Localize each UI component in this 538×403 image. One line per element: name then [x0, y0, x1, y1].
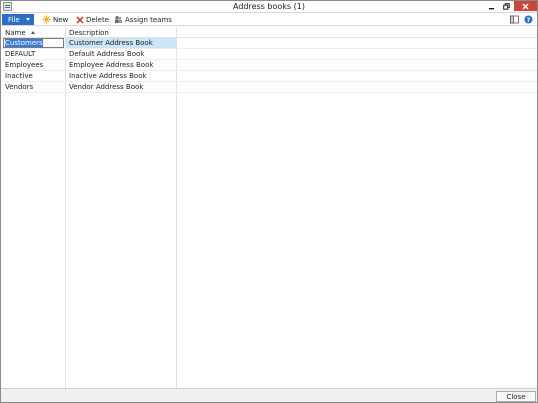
- sort-ascending-icon: [31, 31, 35, 34]
- minimize-icon: [489, 7, 494, 9]
- delete-icon: [76, 15, 84, 24]
- minimize-button[interactable]: [484, 1, 499, 11]
- name-cell: Employees: [5, 61, 44, 69]
- file-menu-label: File: [8, 15, 20, 24]
- close-window-button[interactable]: [514, 1, 537, 11]
- assign-teams-button[interactable]: Assign teams: [114, 14, 172, 25]
- description-cell: Default Address Book: [69, 50, 145, 58]
- name-cell: Inactive: [5, 72, 33, 80]
- assign-teams-label: Assign teams: [125, 15, 172, 24]
- table-row[interactable]: Employees Employee Address Book: [1, 60, 537, 71]
- address-book-grid: Name Description Customers Customer Addr…: [1, 27, 537, 388]
- svg-text:?: ?: [527, 16, 531, 24]
- table-row[interactable]: DEFAULT Default Address Book: [1, 49, 537, 60]
- restore-icon: [503, 2, 510, 10]
- help-icon[interactable]: ?: [524, 15, 533, 24]
- new-icon: [42, 15, 51, 24]
- grid-header: Name Description: [1, 27, 537, 38]
- column-header-name[interactable]: Name: [5, 29, 26, 37]
- new-button[interactable]: New: [42, 14, 68, 25]
- address-books-window: Address books (1) File New Delete Assign…: [0, 0, 538, 403]
- close-button[interactable]: Close: [496, 391, 536, 402]
- file-menu-button[interactable]: File: [2, 14, 34, 25]
- window-title: Address books (1): [233, 2, 305, 11]
- name-cell[interactable]: Customers: [5, 39, 63, 47]
- delete-label: Delete: [86, 15, 109, 24]
- description-cell: Employee Address Book: [69, 61, 154, 69]
- delete-button[interactable]: Delete: [76, 14, 109, 25]
- show-details-icon[interactable]: [510, 15, 519, 24]
- chevron-down-icon: [26, 18, 30, 21]
- name-cell: Vendors: [5, 83, 34, 91]
- table-row[interactable]: Customers Customer Address Book: [1, 38, 537, 49]
- column-header-description[interactable]: Description: [69, 29, 109, 37]
- title-bar: Address books (1): [1, 1, 537, 13]
- action-pane: File New Delete Assign teams ?: [1, 13, 537, 26]
- restore-button[interactable]: [499, 1, 514, 11]
- team-icon: [115, 16, 122, 23]
- new-label: New: [53, 15, 69, 24]
- close-icon: [522, 3, 529, 9]
- footer-bar: Close: [1, 388, 537, 402]
- table-row[interactable]: Inactive Inactive Address Book: [1, 71, 537, 82]
- description-cell: Inactive Address Book: [69, 72, 147, 80]
- description-cell: Vendor Address Book: [69, 83, 144, 91]
- name-cell: DEFAULT: [5, 50, 36, 58]
- description-cell: Customer Address Book: [69, 39, 153, 47]
- table-row[interactable]: Vendors Vendor Address Book: [1, 82, 537, 93]
- name-cell-text: Customers: [5, 39, 43, 47]
